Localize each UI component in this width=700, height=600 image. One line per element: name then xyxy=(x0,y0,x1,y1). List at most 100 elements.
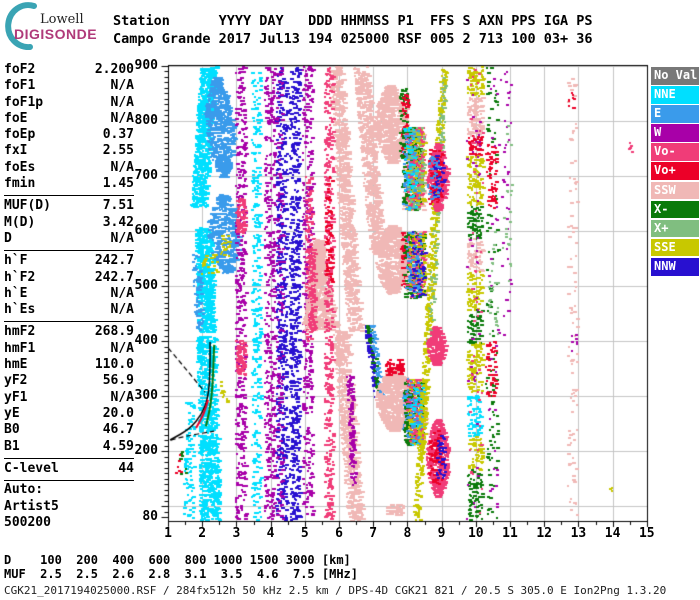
auto-line: 500200 xyxy=(4,515,51,530)
param-row: yF1 N/A xyxy=(4,390,134,406)
param-row: foE N/A xyxy=(4,111,134,127)
x-tick-label: 2 xyxy=(198,526,207,541)
param-label: foE xyxy=(4,110,28,126)
param-label: h`E xyxy=(4,285,28,301)
param-row: C-level 44 xyxy=(4,461,134,477)
legend-item-vo: Vo- xyxy=(651,143,699,161)
y-tick-label: 600 xyxy=(134,223,158,238)
logo-digisonde-text: DIGISONDE xyxy=(14,26,98,42)
param-value: 44 xyxy=(118,460,134,476)
param-label: foEs xyxy=(4,159,36,175)
param-row: hmE 110.0 xyxy=(4,357,134,373)
param-value: 20.0 xyxy=(102,405,134,421)
logo-lowell-text: Lowell xyxy=(40,12,84,27)
ionogram-plot-canvas xyxy=(150,58,660,535)
param-value: N/A xyxy=(110,94,134,110)
x-tick-label: 1 xyxy=(164,526,172,541)
legend-item-w: W xyxy=(651,124,699,142)
param-value: 242.7 xyxy=(94,253,134,269)
param-group: hmF2 268.9 hmF1 N/A hmE 110.0 yF2 56.9 yF1 N/A yE 2… xyxy=(4,321,134,457)
param-label: yF2 xyxy=(4,373,28,389)
x-tick-label: 5 xyxy=(300,526,309,541)
x-tick-label: 10 xyxy=(467,526,484,541)
x-tick-label: 12 xyxy=(536,526,553,541)
param-row: MUF(D) 7.51 xyxy=(4,198,134,214)
param-row: foF1 N/A xyxy=(4,78,134,94)
lowell-digisonde-logo: Lowell DIGISONDE xyxy=(4,2,124,50)
param-row: h`F2 242.7 xyxy=(4,270,134,286)
auto-line: Auto: xyxy=(4,482,44,497)
param-value: 0.37 xyxy=(102,127,134,143)
param-label: fxI xyxy=(4,143,28,159)
legend-item-vo: Vo+ xyxy=(651,162,699,181)
x-tick-label: 3 xyxy=(232,526,241,541)
param-row: foF1p N/A xyxy=(4,95,134,111)
y-tick-label: 300 xyxy=(134,388,158,403)
header-values-line: Campo Grande 2017 Jul13 194 025000 RSF 0… xyxy=(113,30,593,47)
y-tick-label: 500 xyxy=(134,278,158,293)
param-label: foF1 xyxy=(4,78,36,94)
x-tick-label: 7 xyxy=(369,526,378,541)
param-row: M(D) 3.42 xyxy=(4,215,134,231)
y-tick-label: 80 xyxy=(142,509,158,524)
param-value: 110.0 xyxy=(94,357,134,373)
param-label: foF1p xyxy=(4,94,44,110)
legend-item-nnw: NNW xyxy=(651,257,699,276)
param-label: hmF2 xyxy=(4,324,36,340)
param-row: yE 20.0 xyxy=(4,406,134,422)
param-row: hmF2 268.9 xyxy=(4,324,134,340)
x-tick-label: 11 xyxy=(502,526,518,541)
legend-item-x: X- xyxy=(651,200,699,219)
param-label: B0 xyxy=(4,422,20,438)
param-row: foEp 0.37 xyxy=(4,127,134,143)
param-value: N/A xyxy=(110,78,134,94)
legend-item-ssw: SSW xyxy=(651,181,699,200)
station-header: Station YYYY DAY DDD HHMMSS P1 FFS S AXN… xyxy=(113,13,593,48)
param-row: B1 4.59 xyxy=(4,439,134,455)
muf-row: MUF 2.5 2.5 2.6 2.8 3.1 3.5 4.6 7.5 [MHz… xyxy=(4,567,359,581)
param-label: C-level xyxy=(4,460,59,476)
x-tick-label: 9 xyxy=(437,526,446,541)
param-row: foF2 2.200 xyxy=(4,62,134,78)
file-info-row: CGK21_2017194025000.RSF / 284fx512h 50 k… xyxy=(4,584,667,597)
param-label: hmE xyxy=(4,357,28,373)
param-label: MUF(D) xyxy=(4,198,51,214)
param-group: C-level 44 xyxy=(4,457,134,482)
param-label: B1 xyxy=(4,438,20,454)
param-group: MUF(D) 7.51 M(D) 3.42 D N/A xyxy=(4,195,134,250)
param-value: 7.51 xyxy=(102,198,134,214)
param-label: foEp xyxy=(4,127,36,143)
param-label: hmF1 xyxy=(4,340,36,356)
distance-row: D 100 200 400 600 800 1000 1500 3000 [km… xyxy=(4,553,351,567)
param-label: yF1 xyxy=(4,389,28,405)
param-value: 2.55 xyxy=(102,143,134,159)
param-label: h`F xyxy=(4,253,28,269)
x-tick-label: 8 xyxy=(403,526,412,541)
y-tick-label: 900 xyxy=(134,58,158,73)
param-row: h`Es N/A xyxy=(4,302,134,318)
header-columns-line: Station YYYY DAY DDD HHMMSS P1 FFS S AXN… xyxy=(113,13,593,29)
param-group: h`F 242.7 h`F2 242.7 h`E N/A h`Es N/A xyxy=(4,250,134,321)
y-tick-label: 700 xyxy=(134,168,158,183)
param-row: fxI 2.55 xyxy=(4,143,134,159)
doppler-direction-legend: No Val NNE E W Vo- Vo+ SSW X- X+ SSE NNW xyxy=(651,67,699,277)
x-tick-label: 6 xyxy=(335,526,343,541)
x-tick-label: 14 xyxy=(604,526,621,541)
autoscaling-info: Auto: Artist5 500200 xyxy=(4,482,59,532)
param-label: h`F2 xyxy=(4,269,36,285)
scaled-parameters-panel: foF2 2.200 foF1 N/A foF1p N/A foE N/A foEp 0.37 fx… xyxy=(4,60,134,482)
param-label: h`Es xyxy=(4,302,36,318)
param-row: fmin 1.45 xyxy=(4,176,134,192)
param-row: foEs N/A xyxy=(4,160,134,176)
y-tick-label: 800 xyxy=(134,113,158,128)
param-value: N/A xyxy=(110,302,134,318)
legend-item-sse: SSE xyxy=(651,238,699,257)
legend-item-noval: No Val xyxy=(651,67,699,85)
param-label: yE xyxy=(4,405,20,421)
param-row: h`E N/A xyxy=(4,286,134,302)
y-tick-label: 200 xyxy=(134,443,158,458)
x-tick-label: 15 xyxy=(638,526,655,541)
x-tick-label: 4 xyxy=(266,526,275,541)
param-group: foF2 2.200 foF1 N/A foF1p N/A foE N/A foEp 0.37 fx… xyxy=(4,60,134,195)
param-label: M(D) xyxy=(4,214,36,230)
